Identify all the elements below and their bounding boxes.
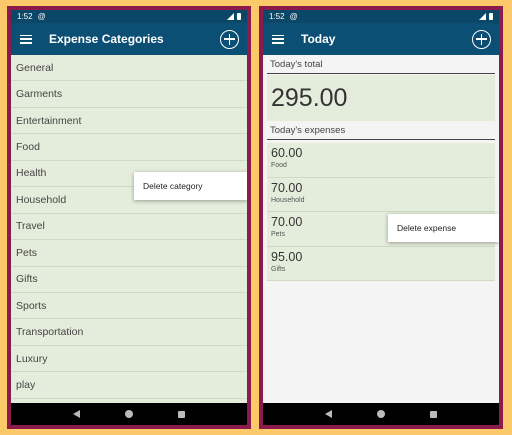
notification-icon: @ <box>37 12 46 21</box>
screen: 1:52 @ Expense Categories General Garmen… <box>11 10 247 425</box>
add-category-icon[interactable] <box>220 29 239 49</box>
expense-item[interactable]: 70.00 Household <box>267 177 495 212</box>
category-item-play[interactable]: play <box>11 372 247 399</box>
category-item-pets[interactable]: Pets <box>11 240 247 267</box>
page-title: Today <box>301 32 336 46</box>
back-icon[interactable] <box>325 410 333 418</box>
category-item-general[interactable]: General <box>11 55 247 82</box>
category-item-food[interactable]: Food <box>11 134 247 161</box>
expense-item[interactable]: 95.00 Gifts <box>267 246 495 281</box>
expense-category: Gifts <box>271 265 286 273</box>
category-item-sports[interactable]: Sports <box>11 293 247 320</box>
nav-bar <box>11 403 247 425</box>
nav-bar <box>263 403 499 425</box>
battery-icon <box>489 13 493 20</box>
page-title: Expense Categories <box>49 32 164 46</box>
total-label: Today's total <box>267 55 495 74</box>
expense-list: 60.00 Food 70.00 Household 70.00 Pets 95… <box>267 143 495 281</box>
category-item-entertainment[interactable]: Entertainment <box>11 108 247 135</box>
menu-icon[interactable] <box>20 34 32 44</box>
recent-apps-icon[interactable] <box>177 410 185 418</box>
back-icon[interactable] <box>73 410 81 418</box>
status-bar: 1:52 @ <box>263 10 499 23</box>
delete-expense-menu-item[interactable]: Delete expense <box>388 214 499 242</box>
app-bar: Today <box>263 23 499 55</box>
screen: 1:52 @ Today Today's total 295.00 Today'… <box>263 10 499 425</box>
delete-category-menu-item[interactable]: Delete category <box>134 172 247 200</box>
add-expense-icon[interactable] <box>472 29 491 49</box>
phone-today: 1:52 @ Today Today's total 295.00 Today'… <box>259 6 503 429</box>
expense-amount: 60.00 <box>271 146 303 160</box>
signal-icon <box>479 13 486 20</box>
status-bar: 1:52 @ <box>11 10 247 23</box>
status-time: 1:52 <box>269 12 285 21</box>
category-item-travel[interactable]: Travel <box>11 214 247 241</box>
expense-category: Household <box>271 196 305 204</box>
expense-amount: 70.00 <box>271 180 303 195</box>
category-item-garments[interactable]: Garments <box>11 81 247 108</box>
total-value: 295.00 <box>267 75 495 121</box>
category-list: General Garments Entertainment Food Heal… <box>11 55 247 403</box>
expenses-label: Today's expenses <box>267 121 495 140</box>
battery-icon <box>237 13 241 20</box>
menu-icon[interactable] <box>272 34 284 44</box>
notification-icon: @ <box>289 12 298 21</box>
expense-item[interactable]: 60.00 Food <box>267 143 495 178</box>
recent-apps-icon[interactable] <box>429 410 437 418</box>
home-icon[interactable] <box>376 410 385 418</box>
expense-amount: 95.00 <box>271 249 303 264</box>
status-time: 1:52 <box>17 12 33 21</box>
phone-expense-categories: 1:52 @ Expense Categories General Garmen… <box>7 6 251 429</box>
signal-icon <box>227 13 234 20</box>
app-bar: Expense Categories <box>11 23 247 55</box>
home-icon[interactable] <box>124 410 133 418</box>
category-item-transportation[interactable]: Transportation <box>11 319 247 346</box>
expense-category: Food <box>271 162 287 169</box>
category-item-luxury[interactable]: Luxury <box>11 346 247 373</box>
category-item-gifts[interactable]: Gifts <box>11 267 247 293</box>
